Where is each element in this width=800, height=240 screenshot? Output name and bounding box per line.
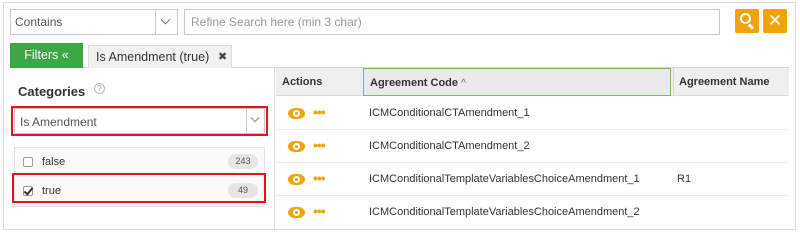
view-eye-icon[interactable] <box>288 141 305 152</box>
categories-title: Categories <box>18 84 86 99</box>
active-filter-label: Is Amendment (true) <box>96 50 210 64</box>
remove-filter-icon[interactable]: ✖ <box>218 46 227 68</box>
facet-count-badge: 243 <box>228 154 258 169</box>
facet-checkbox-false[interactable] <box>23 157 33 167</box>
highlight-box-category <box>11 106 268 136</box>
more-actions-icon[interactable]: ••• <box>313 203 326 219</box>
table-row[interactable]: ••• ICMConditionalCTAmendment_2 <box>276 130 789 163</box>
column-header-label: Agreement Code <box>370 77 459 89</box>
column-divider <box>673 68 674 96</box>
agreement-code-cell: ICMConditionalCTAmendment_1 <box>369 107 530 119</box>
view-eye-icon[interactable] <box>288 174 305 185</box>
view-eye-icon[interactable] <box>288 108 305 119</box>
filters-toggle-button[interactable]: Filters « <box>10 43 83 68</box>
help-icon[interactable]: ? <box>94 83 105 94</box>
column-header-actions: Actions <box>282 76 323 88</box>
close-icon: ✕ <box>767 11 783 30</box>
chevron-down-icon[interactable] <box>155 10 177 34</box>
column-header-agreement-code[interactable]: Agreement Code ^ <box>363 68 671 96</box>
match-mode-value: Contains <box>15 15 63 29</box>
column-header-agreement-name[interactable]: Agreement Name <box>679 68 769 96</box>
search-input[interactable] <box>184 9 720 35</box>
agreement-code-cell: ICMConditionalCTAmendment_2 <box>369 140 530 152</box>
more-actions-icon[interactable]: ••• <box>313 137 326 153</box>
more-actions-icon[interactable]: ••• <box>313 170 326 186</box>
view-eye-icon[interactable] <box>288 207 305 218</box>
search-button[interactable] <box>735 9 759 33</box>
table-row[interactable]: ••• ICMConditionalTemplateVariablesChoic… <box>276 163 789 196</box>
table-row[interactable]: ••• ICMConditionalCTAmendment_1 <box>276 97 789 130</box>
categories-panel: Categories ? Is Amendment false 243 true… <box>10 68 275 230</box>
grid-header: Actions Agreement Code ^ Agreement Name <box>276 68 789 96</box>
more-actions-icon[interactable]: ••• <box>313 104 326 120</box>
match-mode-select[interactable]: Contains <box>10 9 178 35</box>
agreement-name-cell: R1 <box>677 173 692 185</box>
clear-search-button[interactable]: ✕ <box>763 9 787 33</box>
agreements-grid: Actions Agreement Code ^ Agreement Name … <box>276 68 789 230</box>
agreement-code-cell: ICMConditionalTemplateVariablesChoiceAme… <box>369 206 640 218</box>
active-filter-chip: Is Amendment (true) ✖ <box>88 45 232 68</box>
facet-label: false <box>42 156 66 168</box>
agreement-code-cell: ICMConditionalTemplateVariablesChoiceAme… <box>369 173 640 185</box>
highlight-box-true <box>12 173 266 203</box>
table-row[interactable]: ••• ICMConditionalTemplateVariablesChoic… <box>276 196 789 229</box>
sort-asc-icon: ^ <box>461 78 466 89</box>
